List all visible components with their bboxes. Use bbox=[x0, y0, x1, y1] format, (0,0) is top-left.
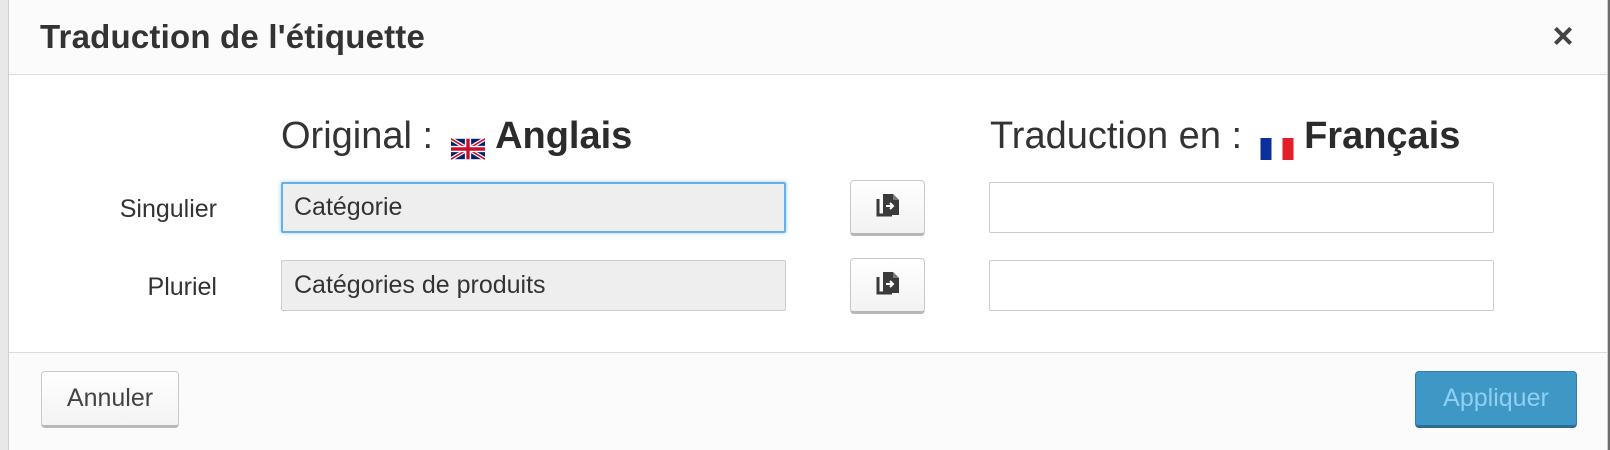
dialog-title: Traduction de l'étiquette bbox=[40, 18, 426, 55]
translation-dialog: Traduction de l'étiquette × Original : A… bbox=[8, 0, 1608, 450]
copy-icon bbox=[874, 191, 902, 224]
row-label-singular: Singulier bbox=[119, 195, 217, 223]
translation-plural-field[interactable] bbox=[989, 260, 1494, 311]
france-flag-icon bbox=[1260, 127, 1294, 160]
translation-singular-field[interactable] bbox=[989, 182, 1494, 233]
copy-icon bbox=[874, 269, 902, 302]
copy-singular-button[interactable] bbox=[850, 180, 925, 236]
original-heading-prefix: Original : bbox=[281, 115, 434, 157]
translation-heading-prefix: Traduction en : bbox=[990, 115, 1243, 157]
translation-column-heading: Traduction en : Français bbox=[990, 115, 1461, 160]
translation-language: Français bbox=[1304, 115, 1461, 157]
uk-flag-icon bbox=[450, 127, 487, 161]
original-column-heading: Original : Anglais bbox=[281, 115, 633, 161]
original-singular-field[interactable]: Catégorie bbox=[281, 182, 786, 233]
copy-plural-button[interactable] bbox=[850, 258, 925, 314]
apply-button[interactable]: Appliquer bbox=[1415, 371, 1577, 428]
dialog-header: Traduction de l'étiquette × bbox=[9, 0, 1607, 75]
cancel-button[interactable]: Annuler bbox=[41, 371, 179, 428]
dialog-footer: Annuler Appliquer bbox=[9, 352, 1607, 450]
row-label-plural: Pluriel bbox=[147, 273, 217, 301]
close-icon[interactable]: × bbox=[1547, 18, 1579, 54]
original-plural-field[interactable]: Catégories de produits bbox=[281, 260, 786, 311]
original-language: Anglais bbox=[495, 115, 633, 157]
